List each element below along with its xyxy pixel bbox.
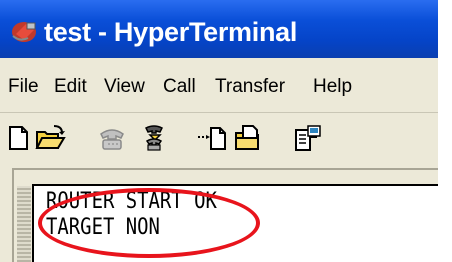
open-icon[interactable]	[34, 124, 66, 152]
disconnect-icon[interactable]	[96, 124, 128, 152]
menu-view[interactable]: View	[104, 75, 145, 99]
menu-help[interactable]: Help	[313, 75, 352, 99]
receive-icon[interactable]	[232, 124, 264, 152]
hyperterminal-window: test - HyperTerminal File Edit View Call…	[0, 0, 438, 262]
properties-icon[interactable]	[292, 124, 324, 152]
menu-call[interactable]: Call	[163, 75, 196, 99]
menu-bar: File Edit View Call Transfer Help	[0, 70, 438, 104]
hyperterminal-icon[interactable]	[10, 20, 38, 44]
menu-file[interactable]: File	[8, 75, 39, 99]
send-icon[interactable]	[196, 124, 228, 152]
page-margin	[438, 0, 452, 262]
terminal-gutter	[17, 186, 31, 262]
new-icon[interactable]	[2, 124, 34, 152]
title-bar[interactable]: test - HyperTerminal	[0, 0, 438, 58]
call-icon[interactable]	[138, 124, 170, 152]
menu-transfer[interactable]: Transfer	[215, 75, 285, 99]
window-title: test - HyperTerminal	[44, 17, 298, 47]
menu-edit[interactable]: Edit	[54, 75, 87, 99]
highlight-ellipse	[38, 188, 260, 258]
